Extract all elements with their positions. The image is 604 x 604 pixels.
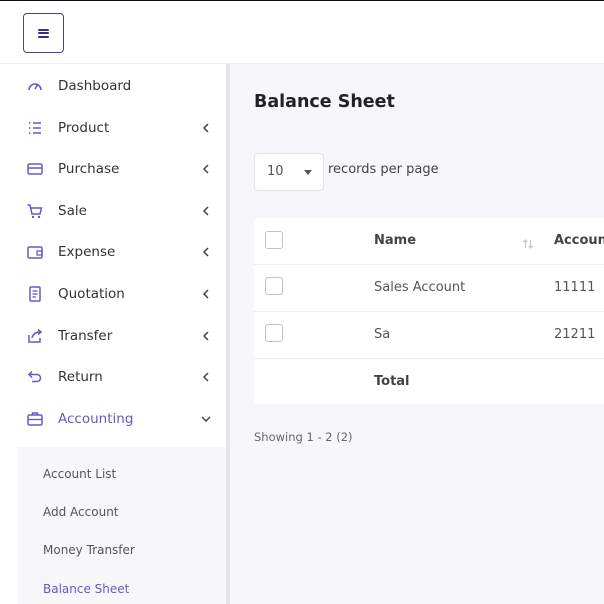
sidebar-item-expense[interactable]: Expense: [0, 232, 226, 272]
sidebar-item-label: Transfer: [58, 328, 113, 344]
table-row: Sa 21211: [254, 312, 604, 359]
table-row: Sales Account 11111: [254, 265, 604, 312]
chevron-left-icon: [200, 288, 212, 300]
page-title: Balance Sheet: [254, 92, 395, 112]
total-label: Total: [374, 374, 410, 389]
submenu-item-money-transfer[interactable]: Money Transfer: [43, 543, 135, 557]
sidebar-item-label: Return: [58, 369, 103, 385]
submenu-item-account-list[interactable]: Account List: [43, 467, 116, 481]
sidebar-scrollbar[interactable]: [226, 64, 230, 604]
sidebar-toggle-button[interactable]: [23, 13, 64, 53]
submenu-item-add-account[interactable]: Add Account: [43, 505, 119, 519]
select-all-checkbox[interactable]: [265, 231, 283, 249]
column-header-account[interactable]: Accoun: [554, 233, 604, 248]
table-footer-row: Total: [254, 359, 604, 406]
dashboard-gauge-icon: [26, 77, 44, 95]
sidebar-item-return[interactable]: Return: [0, 357, 226, 397]
cell-name: Sa: [374, 327, 391, 342]
chevron-left-icon: [200, 122, 212, 134]
chevron-left-icon: [200, 330, 212, 342]
balance-sheet-table: Name Accoun Sales Account 11111 Sa 21211…: [254, 218, 604, 404]
submenu-item-balance-sheet[interactable]: Balance Sheet: [43, 582, 129, 596]
pagination-info: Showing 1 - 2 (2): [254, 430, 353, 444]
sidebar-item-purchase[interactable]: Purchase: [0, 149, 226, 189]
cell-account: 21211: [554, 327, 596, 342]
top-navbar: [0, 0, 604, 64]
records-per-page-value: 10: [267, 164, 284, 179]
caret-down-icon: [304, 170, 312, 175]
sidebar-item-sale[interactable]: Sale: [0, 191, 226, 231]
sidebar-item-label: Expense: [58, 244, 116, 260]
return-arrow-icon: [26, 368, 44, 386]
sale-cart-icon: [26, 202, 44, 220]
expense-wallet-icon: [26, 243, 44, 261]
records-per-page-select[interactable]: 10: [254, 153, 324, 191]
sidebar-item-accounting[interactable]: Accounting: [0, 399, 226, 439]
quotation-document-icon: [26, 285, 44, 303]
row-checkbox[interactable]: [265, 277, 283, 295]
hamburger-icon: [38, 28, 49, 38]
sidebar-item-dashboard[interactable]: Dashboard: [0, 66, 226, 106]
table-header-row: Name Accoun: [254, 218, 604, 265]
cell-name: Sales Account: [374, 280, 466, 295]
cell-account: 11111: [554, 280, 596, 295]
chevron-left-icon: [200, 246, 212, 258]
column-header-name[interactable]: Name: [374, 233, 416, 248]
chevron-left-icon: [200, 371, 212, 383]
row-checkbox[interactable]: [265, 324, 283, 342]
product-list-icon: [26, 119, 44, 137]
sidebar-item-label: Purchase: [58, 161, 120, 177]
sidebar-item-label: Sale: [58, 203, 87, 219]
sidebar-item-label: Product: [58, 120, 110, 136]
accounting-submenu: Account List Add Account Money Transfer …: [18, 447, 226, 604]
sort-icon[interactable]: [522, 235, 534, 249]
chevron-left-icon: [200, 205, 212, 217]
chevron-down-icon: [200, 413, 212, 425]
purchase-card-icon: [26, 160, 44, 178]
records-per-page-label: records per page: [328, 162, 439, 177]
sidebar-item-label: Dashboard: [58, 78, 132, 94]
sidebar-item-label: Accounting: [58, 411, 134, 427]
transfer-share-icon: [26, 327, 44, 345]
sidebar-item-transfer[interactable]: Transfer: [0, 316, 226, 356]
sidebar-item-quotation[interactable]: Quotation: [0, 274, 226, 314]
chevron-left-icon: [200, 163, 212, 175]
sidebar-item-product[interactable]: Product: [0, 108, 226, 148]
accounting-briefcase-icon: [26, 410, 44, 428]
sidebar-item-label: Quotation: [58, 286, 125, 302]
